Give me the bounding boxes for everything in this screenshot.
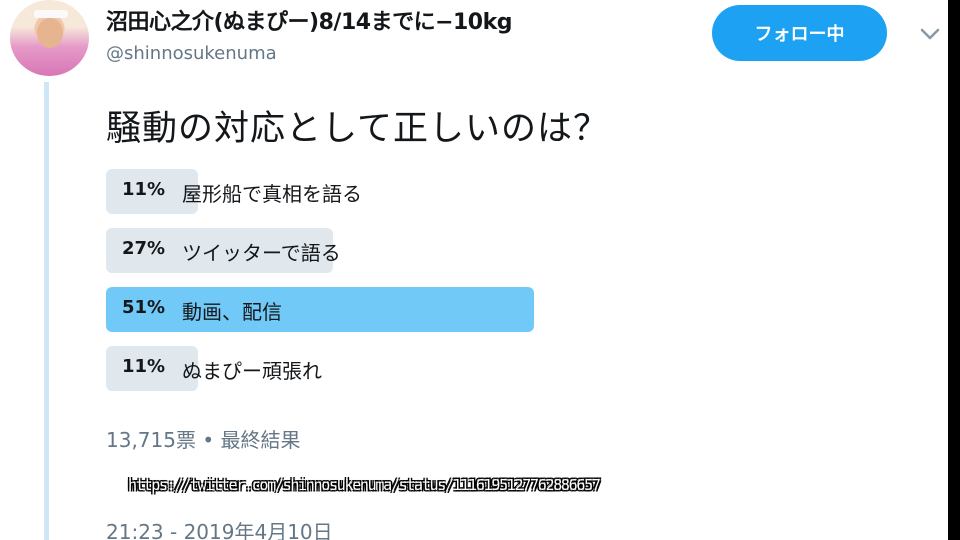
poll-option-label: 動画、配信 [182, 300, 282, 324]
display-name[interactable]: 沼田心之介(ぬまぴー)8/14までに−10kg [106, 4, 513, 36]
tweet-card: 沼田心之介(ぬまぴー)8/14までに−10kg @shinnosukenuma … [0, 0, 948, 540]
poll-percent: 51% [122, 297, 166, 318]
avatar[interactable] [10, 0, 89, 76]
poll-option: 11% 屋形船で真相を語る [106, 169, 646, 214]
poll-option-label: 屋形船で真相を語る [182, 182, 362, 206]
poll-option-label: ツイッターで語る [182, 241, 341, 265]
following-button[interactable]: フォロー中 [712, 5, 887, 61]
timestamp[interactable]: 21:23 - 2019年4月10日 [106, 516, 333, 540]
poll-percent: 27% [122, 238, 166, 259]
poll-option: 51% 動画、配信 [106, 287, 646, 332]
poll-option: 11% ぬまぴー頑張れ [106, 346, 646, 391]
poll-percent: 11% [122, 179, 166, 200]
poll-option: 27% ツイッターで語る [106, 228, 646, 273]
poll-percent: 11% [122, 356, 166, 377]
poll-option-label: ぬまぴー頑張れ [182, 359, 322, 383]
chevron-down-icon[interactable] [918, 24, 942, 44]
poll-summary: 13,715票 • 最終結果 [106, 428, 301, 452]
poll-bar [106, 287, 535, 332]
avatar-headband [34, 10, 68, 18]
poll-question: 騒動の対応として正しいのは？ [106, 109, 609, 149]
avatar-face [37, 18, 63, 48]
url-caption: https://twitter.com/shinnosukenuma/statu… [128, 476, 601, 494]
thread-line [44, 82, 49, 540]
handle[interactable]: @shinnosukenuma [106, 43, 277, 64]
